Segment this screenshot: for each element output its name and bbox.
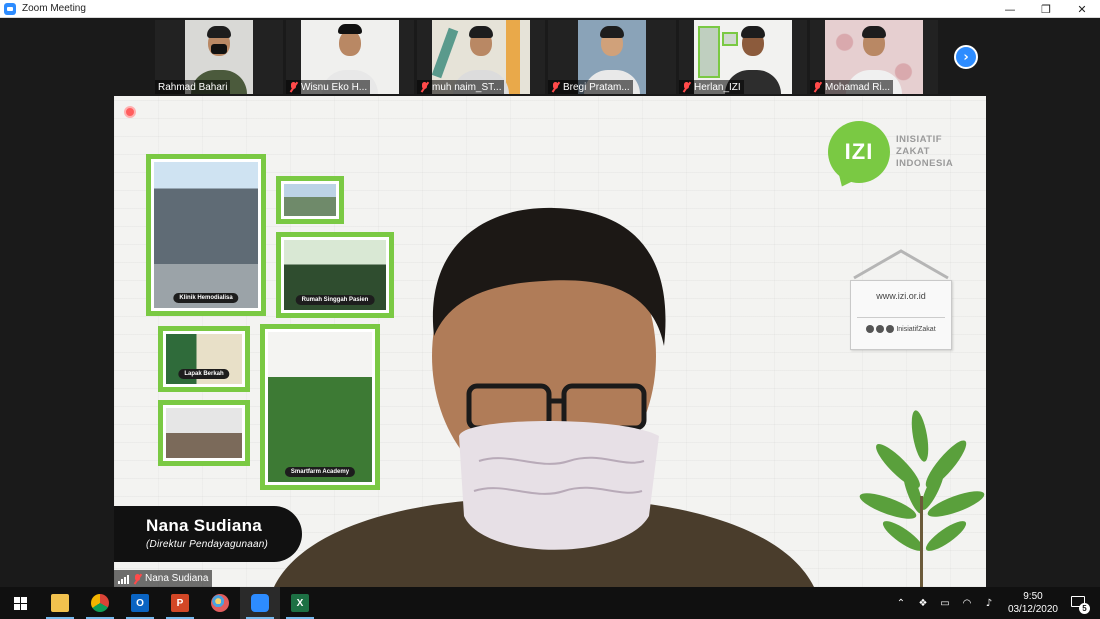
chrome-icon	[91, 594, 109, 612]
mic-muted-icon	[289, 82, 298, 92]
participant-name-tag: muh naim_ST...	[417, 80, 505, 94]
instagram-icon	[866, 325, 875, 333]
photo-frame: Klinik Hemodialisa	[146, 154, 266, 316]
photo-caption: Lapak Berkah	[178, 369, 230, 379]
taskbar-file-explorer[interactable]	[40, 587, 80, 619]
sign-social-handle: InisiatifZakat	[896, 325, 936, 333]
windows-logo-icon	[13, 596, 27, 610]
participant-thumbnail[interactable]: Rahmad Bahari	[155, 20, 283, 94]
participant-name-tag: Herlan_IZI	[679, 80, 744, 94]
outlook-icon: O	[131, 594, 149, 612]
participant-name: Rahmad Bahari	[158, 81, 228, 93]
dropbox-icon[interactable]: ❖	[915, 595, 931, 611]
mic-muted-icon	[682, 82, 691, 92]
participant-name-tag: Mohamad Ri...	[810, 80, 894, 94]
participant-thumbnail[interactable]: Mohamad Ri...	[810, 20, 938, 94]
participant-thumbnail[interactable]: Bregi Pratam...	[548, 20, 676, 94]
mic-muted-icon	[133, 573, 142, 584]
mic-muted-icon	[551, 82, 560, 92]
participant-name: muh naim_ST...	[432, 81, 502, 93]
wifi-icon[interactable]: ◠	[959, 595, 975, 611]
speaker-name-banner: Nana Sudiana (Direktur Pendayagunaan)	[114, 506, 302, 562]
website-sign: www.izi.or.id InisiatifZakat	[850, 280, 952, 350]
participant-name-tag: Bregi Pratam...	[548, 80, 633, 94]
plant-decoration-icon	[859, 410, 985, 587]
participant-name: Wisnu Eko H...	[301, 81, 368, 93]
participant-name: Mohamad Ri...	[825, 81, 891, 93]
clock-date: 03/12/2020	[1007, 604, 1058, 615]
participant-name-tag: Wisnu Eko H...	[286, 80, 371, 94]
sign-social-row: InisiatifZakat	[851, 325, 951, 333]
izi-logo: IZI INISIATIF ZAKAT INDONESIA	[828, 121, 953, 183]
excel-icon: X	[291, 594, 309, 612]
participant-thumbnail[interactable]: muh naim_ST...	[417, 20, 545, 94]
taskbar-clock[interactable]: 9:50 03/12/2020	[1008, 590, 1058, 616]
photo-caption: Klinik Hemodialisa	[173, 293, 239, 303]
logo-text-line: INISIATIF	[896, 134, 943, 145]
izi-logo-mark: IZI	[828, 121, 890, 183]
speaker-figure	[274, 207, 814, 587]
powerpoint-icon: P	[171, 594, 189, 612]
window-title: Zoom Meeting	[22, 3, 86, 14]
banner-speaker-name: Nana Sudiana	[146, 516, 263, 535]
active-speaker-video[interactable]: Klinik Hemodialisa Rumah Singgah Pasien …	[114, 96, 986, 587]
close-button[interactable]: ✕	[1064, 0, 1100, 18]
participant-thumbnail[interactable]: Herlan_IZI	[679, 20, 807, 94]
active-speaker-name: Nana Sudiana	[145, 573, 209, 584]
show-hidden-icons-chevron-icon[interactable]: ⌃	[893, 595, 909, 611]
window-titlebar: Zoom Meeting — ❐ ✕	[0, 0, 1100, 18]
zoom-icon	[251, 594, 269, 612]
meeting-area: Rahmad Bahari Wisnu Eko H... muh naim_ST…	[0, 18, 1100, 587]
taskbar-excel[interactable]: X	[280, 587, 320, 619]
facebook-icon	[886, 325, 895, 333]
participant-name: Herlan_IZI	[694, 81, 741, 93]
sign-hanger-icon	[853, 249, 949, 280]
start-button[interactable]	[0, 587, 40, 619]
windows-taskbar: O P X ⌃ ❖ ▭ ◠ ♪ 9:50 03/12/2020 5	[0, 587, 1100, 619]
photo-frame	[158, 400, 250, 466]
action-center-button[interactable]: 5	[1068, 592, 1090, 614]
taskbar-chrome[interactable]	[80, 587, 120, 619]
sign-url: www.izi.or.id	[876, 291, 926, 301]
sign-divider	[857, 317, 945, 318]
zoom-app-icon	[4, 2, 16, 15]
taskbar-powerpoint[interactable]: P	[160, 587, 200, 619]
taskbar-paint[interactable]	[200, 587, 240, 619]
logo-text-line: INDONESIA	[896, 158, 954, 169]
battery-icon[interactable]: ▭	[937, 595, 953, 611]
izi-logo-text: INISIATIF ZAKAT INDONESIA	[896, 134, 953, 170]
banner-speaker-role: (Direktur Pendayagunaan)	[146, 539, 269, 550]
photo-frame: Lapak Berkah	[158, 326, 250, 392]
minimize-button[interactable]: —	[992, 0, 1028, 18]
taskbar-outlook[interactable]: O	[120, 587, 160, 619]
volume-icon[interactable]: ♪	[981, 595, 997, 611]
paint-icon	[211, 594, 229, 612]
mic-muted-icon	[813, 82, 822, 92]
twitter-icon	[876, 325, 885, 333]
mic-muted-icon	[420, 82, 429, 92]
system-tray: ⌃ ❖ ▭ ◠ ♪ 9:50 03/12/2020 5	[890, 587, 1100, 619]
connection-signal-icon	[118, 574, 130, 584]
participant-thumbnail-strip: Rahmad Bahari Wisnu Eko H... muh naim_ST…	[155, 20, 941, 96]
clock-time: 9:50	[1023, 591, 1043, 602]
participant-name: Bregi Pratam...	[563, 81, 630, 93]
next-participants-button[interactable]: ›	[954, 45, 978, 69]
notification-count-badge: 5	[1079, 603, 1090, 614]
window-controls: — ❐ ✕	[992, 0, 1100, 18]
folder-icon	[51, 594, 69, 612]
recording-indicator-icon	[124, 106, 136, 118]
taskbar-zoom[interactable]	[240, 587, 280, 619]
logo-text-line: ZAKAT	[896, 146, 930, 157]
active-speaker-name-tag: Nana Sudiana	[114, 570, 213, 587]
maximize-button[interactable]: ❐	[1028, 0, 1064, 18]
participant-name-tag: Rahmad Bahari	[155, 80, 231, 94]
participant-thumbnail[interactable]: Wisnu Eko H...	[286, 20, 414, 94]
